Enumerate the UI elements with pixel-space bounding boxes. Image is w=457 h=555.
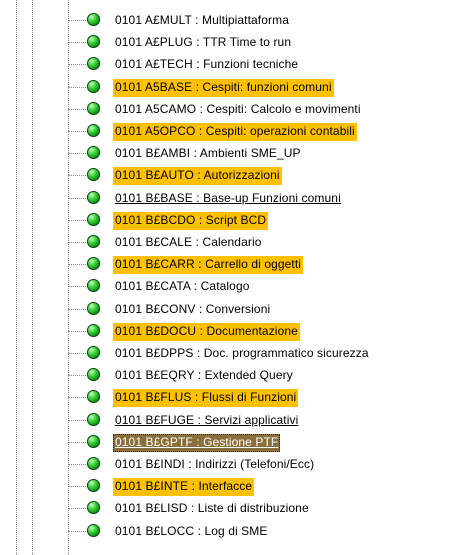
- tree-connector-line: [68, 197, 86, 199]
- green-ball-icon: [87, 168, 100, 182]
- tree-connector-line: [68, 86, 86, 88]
- tree-connector-line: [68, 486, 86, 488]
- green-ball-icon: [87, 35, 100, 49]
- tree-item[interactable]: 0101 B£FUGE : Servizi applicativi: [0, 409, 457, 431]
- green-ball-icon: [87, 101, 100, 115]
- green-ball-icon: [87, 57, 100, 71]
- green-ball-icon: [87, 479, 100, 493]
- tree-item-label[interactable]: 0101 B£FUGE : Servizi applicativi: [113, 412, 300, 430]
- tree-item-label[interactable]: 0101 B£AMBI : Ambienti SME_UP: [113, 145, 303, 163]
- tree-item[interactable]: 0101 B£INTE : Interfacce: [0, 475, 457, 497]
- tree-connector-line: [68, 219, 86, 221]
- tree-item[interactable]: 0101 B£CARR : Carrello di oggetti: [0, 253, 457, 275]
- tree-item[interactable]: 0101 B£DPPS : Doc. programmatico sicurez…: [0, 342, 457, 364]
- tree-item-label[interactable]: 0101 B£LISD : Liste di distribuzione: [113, 500, 311, 518]
- tree-item-label[interactable]: 0101 A£TECH : Funzioni tecniche: [113, 56, 300, 74]
- green-ball-icon: [87, 235, 100, 248]
- tree-connector-line: [68, 419, 86, 421]
- tree-connector-line: [68, 242, 86, 243]
- tree-item[interactable]: 0101 B£BCDO : Script BCD: [0, 209, 457, 231]
- green-ball-icon: [87, 146, 100, 160]
- tree-item[interactable]: 0101 B£EQRY : Extended Query: [0, 364, 457, 386]
- tree-connector-line: [68, 20, 86, 21]
- tree-item-label[interactable]: 0101 B£EQRY : Extended Query: [113, 367, 295, 385]
- tree-item[interactable]: 0101 A£PLUG : TTR Time to run: [0, 31, 457, 53]
- tree-connector-line: [68, 175, 86, 177]
- green-ball-icon: [87, 434, 100, 448]
- tree-item-label[interactable]: 0101 B£CONV : Conversioni: [113, 301, 272, 319]
- tree-item[interactable]: 0101 A£MULT : Multipiattaforma: [0, 9, 457, 31]
- green-ball-icon: [87, 346, 100, 359]
- green-ball-icon: [87, 279, 100, 293]
- green-ball-icon: [87, 368, 100, 382]
- tree-connector-line: [68, 441, 86, 443]
- tree-item-label[interactable]: 0101 B£GPTF : Gestione PTF: [113, 433, 281, 452]
- tree-item-label[interactable]: 0101 A£MULT : Multipiattaforma: [113, 12, 291, 30]
- green-ball-icon: [87, 390, 100, 404]
- green-ball-icon: [87, 124, 100, 137]
- tree-item-label[interactable]: 0101 A5CAMO : Cespiti: Calcolo e movimen…: [113, 101, 363, 119]
- tree-connector-line: [68, 353, 86, 354]
- tree-item[interactable]: 0101 B£GPTF : Gestione PTF: [0, 431, 457, 453]
- tree-connector-line: [68, 375, 86, 377]
- tree-connector-line: [68, 530, 86, 532]
- green-ball-icon: [87, 523, 100, 537]
- tree-item[interactable]: 0101 B£CATA : Catalogo: [0, 275, 457, 297]
- tree-connector-line: [68, 397, 86, 399]
- tree-item[interactable]: 0101 B£BASE : Base-up Funzioni comuni: [0, 187, 457, 209]
- tree-item[interactable]: 0101 B£CALE : Calendario: [0, 231, 457, 253]
- tree-item-label[interactable]: 0101 B£FLUS : Flussi di Funzioni: [113, 389, 299, 408]
- green-ball-icon: [87, 79, 100, 93]
- tree-connector-line: [68, 464, 86, 465]
- tree-item[interactable]: 0101 A5CAMO : Cespiti: Calcolo e movimen…: [0, 98, 457, 120]
- tree-item-label[interactable]: 0101 B£INDI : Indirizzi (Telefoni/Ecc): [113, 456, 316, 474]
- green-ball-icon: [87, 212, 100, 226]
- tree-item-label[interactable]: 0101 B£LOCC : Log di SME: [113, 523, 269, 541]
- tree-item[interactable]: 0101 B£CONV : Conversioni: [0, 298, 457, 320]
- tree-item[interactable]: 0101 B£FLUS : Flussi di Funzioni: [0, 386, 457, 408]
- green-ball-icon: [87, 457, 100, 470]
- tree-item-label[interactable]: 0101 B£DPPS : Doc. programmatico sicurez…: [113, 345, 371, 363]
- green-ball-icon: [87, 323, 100, 337]
- tree-connector-line: [68, 108, 86, 110]
- tree-item-label[interactable]: 0101 B£DOCU : Documentazione: [113, 322, 300, 341]
- tree-view[interactable]: 0101 A£MULT : Multipiattaforma 0101 A£PLU…: [0, 0, 457, 555]
- tree-item-label[interactable]: 0101 B£INTE : Interfacce: [113, 478, 255, 497]
- green-ball-icon: [87, 412, 100, 426]
- tree-item[interactable]: 0101 A5BASE : Cespiti: funzioni comuni: [0, 76, 457, 98]
- tree-connector-line: [68, 42, 86, 44]
- tree-item-label[interactable]: 0101 B£BCDO : Script BCD: [113, 211, 269, 230]
- tree-item-label[interactable]: 0101 B£CATA : Catalogo: [113, 278, 252, 296]
- tree-item[interactable]: 0101 B£LISD : Liste di distribuzione: [0, 497, 457, 519]
- tree-item-label[interactable]: 0101 A5BASE : Cespiti: funzioni comuni: [113, 78, 334, 97]
- tree-item-label[interactable]: 0101 B£CALE : Calendario: [113, 234, 264, 252]
- green-ball-icon: [87, 501, 100, 515]
- tree-item[interactable]: 0101 B£INDI : Indirizzi (Telefoni/Ecc): [0, 453, 457, 475]
- green-ball-icon: [87, 301, 100, 315]
- tree-connector-line: [68, 286, 86, 288]
- tree-connector-line: [68, 308, 86, 310]
- green-ball-icon: [87, 13, 100, 26]
- tree-item-label[interactable]: 0101 B£CARR : Carrello di oggetti: [113, 256, 304, 275]
- tree-connector-line: [68, 330, 86, 332]
- green-ball-icon: [87, 257, 100, 271]
- tree-connector-line: [68, 264, 86, 266]
- tree-connector-line: [68, 131, 86, 132]
- tree-item[interactable]: 0101 B£LOCC : Log di SME: [0, 520, 457, 542]
- tree-item-label[interactable]: 0101 A5OPCO : Cespiti: operazioni contab…: [113, 123, 357, 141]
- tree-item-label[interactable]: 0101 A£PLUG : TTR Time to run: [113, 34, 293, 52]
- tree-item[interactable]: 0101 B£DOCU : Documentazione: [0, 320, 457, 342]
- tree-item-label[interactable]: 0101 B£BASE : Base-up Funzioni comuni: [113, 190, 343, 208]
- tree-connector-line: [68, 153, 86, 155]
- tree-item[interactable]: 0101 B£AUTO : Autorizzazioni: [0, 164, 457, 186]
- tree-item[interactable]: 0101 B£AMBI : Ambienti SME_UP: [0, 142, 457, 164]
- tree-item-label[interactable]: 0101 B£AUTO : Autorizzazioni: [113, 167, 282, 186]
- green-ball-icon: [87, 190, 100, 204]
- tree-item[interactable]: 0101 A5OPCO : Cespiti: operazioni contab…: [0, 120, 457, 142]
- tree-connector-line: [68, 64, 86, 66]
- tree-connector-line: [68, 508, 86, 510]
- tree-item[interactable]: 0101 A£TECH : Funzioni tecniche: [0, 53, 457, 75]
